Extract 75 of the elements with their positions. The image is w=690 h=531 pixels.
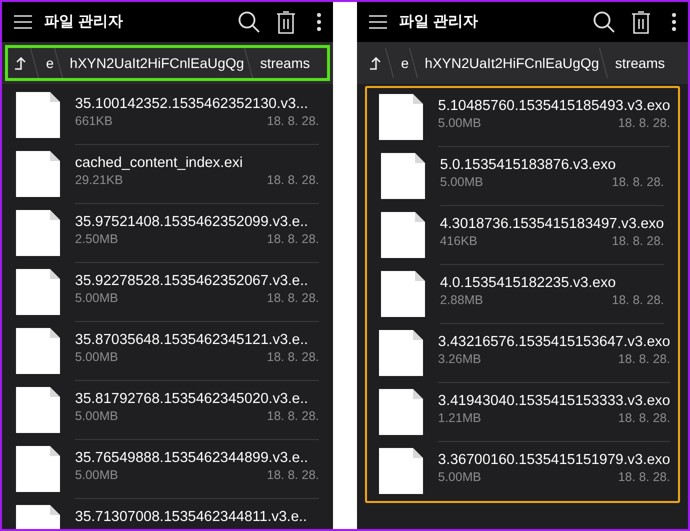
- path-segment[interactable]: streams: [611, 52, 669, 74]
- file-size: 416KB: [440, 233, 478, 249]
- file-icon: [16, 210, 60, 256]
- file-date: 18. 8. 28.: [618, 115, 670, 131]
- file-name[interactable]: 35.92278528.1535462352067.v3.e..: [75, 272, 319, 290]
- file-size: 5.00MB: [438, 469, 482, 485]
- file-name[interactable]: 3.43216576.1535415153647.v3.exo: [438, 333, 670, 351]
- file-icon: [16, 92, 60, 138]
- file-icon: [379, 448, 423, 494]
- file-date: 18. 8. 28.: [266, 290, 319, 306]
- file-date: 18. 8. 28.: [266, 231, 319, 247]
- file-size: 29.21KB: [75, 172, 123, 188]
- file-size: 5.00MB: [75, 408, 118, 424]
- file-size: 5.00MB: [75, 349, 118, 365]
- file-name[interactable]: 35.76549888.1535462344899.v3.e..: [75, 449, 319, 467]
- more-icon[interactable]: [672, 13, 676, 31]
- file-date: 18. 8. 28.: [612, 174, 664, 190]
- file-name[interactable]: 3.36700160.1535415151979.v3.exo: [438, 451, 670, 469]
- file-icon: [381, 153, 425, 199]
- menu-icon[interactable]: [14, 15, 32, 29]
- up-arrow-icon[interactable]: [369, 56, 383, 70]
- file-name[interactable]: 5.0.1535415183876.v3.exo: [440, 156, 664, 174]
- file-icon: [16, 151, 60, 197]
- file-icon: [379, 389, 423, 435]
- trash-icon[interactable]: [277, 10, 295, 34]
- file-name[interactable]: 4.3018736.1535415183497.v3.exo: [440, 215, 664, 233]
- file-icon: [16, 387, 60, 433]
- app-title: 파일 관리자: [399, 12, 480, 32]
- file-name[interactable]: 3.41943040.1535415153333.v3.exo: [438, 392, 670, 410]
- file-date: 18. 8. 28.: [618, 351, 670, 367]
- file-date: 18. 8. 28.: [612, 292, 664, 308]
- menu-icon[interactable]: [369, 15, 387, 29]
- file-size: 2.50MB: [75, 231, 118, 247]
- file-date: 18. 8. 28.: [612, 233, 664, 249]
- path-segment[interactable]: hXYN2UaIt2HiFCnlEaUgQg: [66, 52, 248, 74]
- search-icon[interactable]: [238, 11, 260, 33]
- file-icon: [16, 269, 60, 315]
- file-icon: [379, 94, 423, 140]
- file-icon: [379, 330, 423, 376]
- path-segment[interactable]: hXYN2UaIt2HiFCnlEaUgQg: [420, 52, 604, 74]
- file-name[interactable]: 4.0.1535415182235.v3.exo: [440, 274, 664, 292]
- file-date: 18. 8. 28.: [266, 467, 319, 483]
- file-icon: [381, 271, 425, 317]
- app-title: 파일 관리자: [44, 12, 124, 32]
- file-size: 5.00MB: [438, 115, 482, 131]
- search-icon[interactable]: [593, 11, 615, 33]
- path-segment[interactable]: e: [42, 52, 58, 74]
- file-date: 18. 8. 28.: [266, 113, 319, 129]
- file-name[interactable]: cached_content_index.exi: [75, 154, 319, 172]
- file-size: 2.88MB: [440, 292, 484, 308]
- file-date: 18. 8. 28.: [266, 172, 319, 188]
- file-icon: [16, 446, 60, 492]
- more-icon[interactable]: [317, 13, 321, 31]
- file-size: 5.00MB: [440, 174, 484, 190]
- file-date: 18. 8. 28.: [618, 469, 670, 485]
- trash-icon[interactable]: [632, 10, 650, 34]
- file-size: 661KB: [75, 113, 113, 129]
- file-name[interactable]: 35.87035648.1535462345121.v3.e..: [75, 331, 319, 349]
- file-name[interactable]: 5.10485760.1535415185493.v3.exo: [438, 97, 670, 115]
- up-arrow-icon[interactable]: [14, 56, 28, 70]
- path-segment[interactable]: e: [397, 52, 413, 74]
- file-size: 5.00MB: [75, 467, 118, 483]
- file-name[interactable]: 35.71307008.1535462344811.v3.e..: [75, 508, 319, 526]
- file-name[interactable]: 35.97521408.1535462352099.v3.e..: [75, 213, 319, 231]
- file-icon: [380, 212, 425, 258]
- file-name[interactable]: 35.100142352.1535462352130.v3...: [75, 95, 319, 113]
- file-size: 5.00MB: [75, 290, 118, 306]
- file-size: 1.21MB: [438, 410, 482, 426]
- file-date: 18. 8. 28.: [618, 410, 670, 426]
- file-date: 18. 8. 28.: [266, 408, 319, 424]
- file-size: 3.26MB: [438, 351, 482, 367]
- file-icon: [16, 328, 60, 374]
- file-date: 18. 8. 28.: [266, 349, 319, 365]
- path-segment[interactable]: streams: [256, 52, 314, 74]
- file-name[interactable]: 35.81792768.1535462345020.v3.e..: [75, 390, 319, 408]
